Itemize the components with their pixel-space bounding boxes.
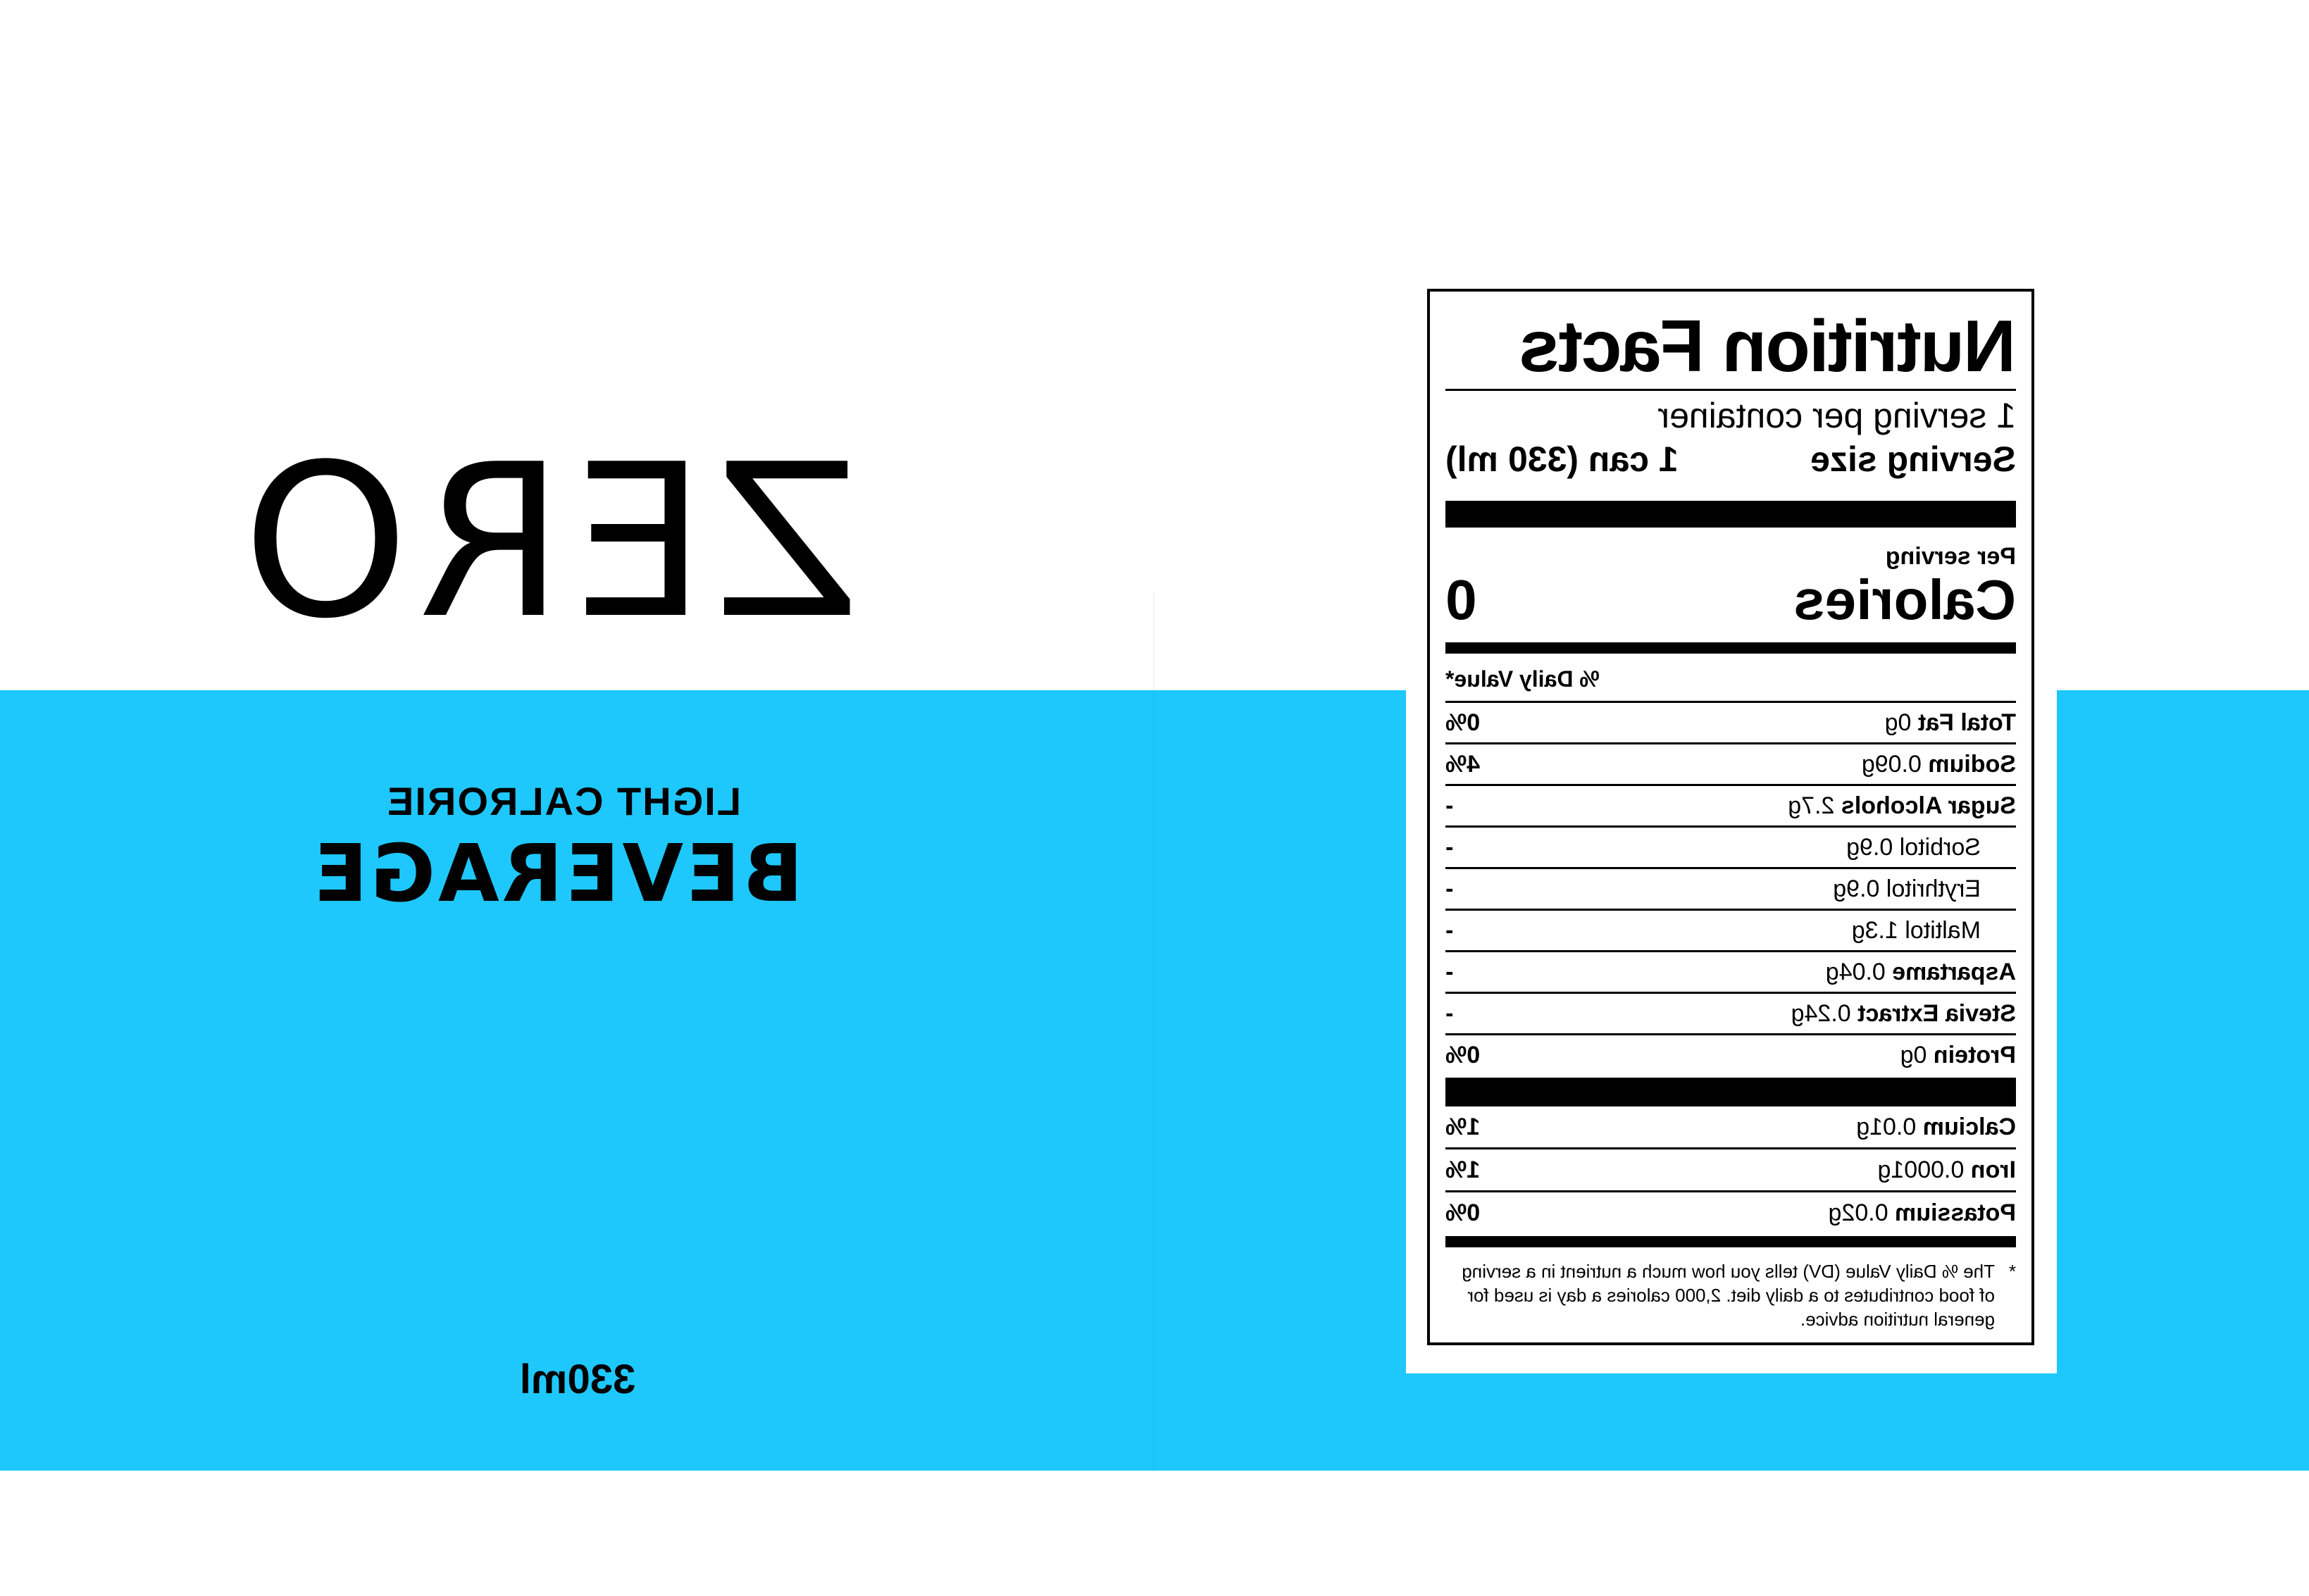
serving-size-value: 1 can (330 ml) — [1445, 439, 1679, 479]
calories-value: 0 — [1445, 568, 1477, 631]
serving-size-row: Serving size 1 can (330 ml) — [1445, 439, 2016, 480]
nutrient-amount: 1.3g — [1851, 916, 1898, 944]
mineral-pct: 1% — [1445, 1113, 1481, 1140]
nutrient-name: Aspartame — [1892, 958, 2016, 985]
panel-divider — [1153, 592, 1154, 1471]
nutrition-title: Nutrition Facts — [1520, 306, 2016, 387]
footnote: * The % Daily Value (DV) tells you how m… — [1445, 1260, 2016, 1331]
nutrient-name: Sugar Alcohols — [1841, 792, 2016, 819]
nutrient-row: Total Fat 0g 0% — [1445, 701, 2016, 742]
nutrient-amount: 0.9g — [1846, 833, 1893, 861]
nutrient-amount: 0g — [1884, 709, 1912, 736]
nutrient-name: Erythritol — [1886, 875, 1981, 902]
mineral-name: Iron — [1970, 1156, 2016, 1183]
footnote-star: * — [2008, 1261, 2016, 1282]
mineral-amount: 0.01g — [1856, 1113, 1917, 1140]
mineral-amount: 0.0001g — [1877, 1156, 1965, 1183]
mineral-row: Calcium 0.01g 1% — [1445, 1104, 2016, 1147]
nutrient-row: Maltitol 1.3g - — [1445, 909, 2016, 950]
volume-text: 330ml — [519, 1357, 636, 1402]
subtitle-text: LIGHT CALRORIE — [386, 779, 741, 823]
nutrient-row: Sodium 0.09g 4% — [1445, 742, 2016, 784]
nutrient-row: Sugar Alcohols 2.7g - — [1445, 784, 2016, 825]
nutrient-pct: - — [1445, 999, 1454, 1027]
nutrient-pct: 0% — [1445, 709, 1481, 736]
nutrient-amount: 0.9g — [1833, 875, 1880, 902]
title-text: BEVERAGE — [311, 828, 803, 920]
nutrient-row: Aspartame 0.04g - — [1445, 950, 2016, 992]
nutrition-facts-panel: Nutrition Facts 1 serving per container … — [1427, 289, 2034, 1345]
medium-divider — [1445, 642, 2016, 654]
servings-per-container: 1 serving per container — [1657, 396, 2016, 435]
nutrient-name: Protein — [1933, 1041, 2016, 1068]
footnote-text: The % Daily Value (DV) tells you how muc… — [1462, 1261, 1995, 1330]
nutrient-pct: 4% — [1445, 750, 1481, 778]
nutrient-pct: 0% — [1445, 1041, 1481, 1068]
calories-row: Calories 0 — [1445, 568, 2016, 631]
divider — [1445, 389, 2016, 391]
serving-size-label: Serving size — [1810, 439, 2016, 479]
nutrient-pct: - — [1445, 875, 1454, 902]
nutrient-row: Stevia Extract 0.24g - — [1445, 992, 2016, 1033]
nutrient-row: Sorbitol 0.9g - — [1445, 825, 2016, 867]
nutrient-name: Sodium — [1928, 750, 2016, 778]
mineral-pct: 0% — [1445, 1199, 1481, 1226]
nutrient-pct: - — [1445, 792, 1454, 819]
nutrient-amount: 0.09g — [1861, 750, 1922, 778]
mineral-row: Potassium 0.02g 0% — [1445, 1190, 2016, 1233]
nutrient-pct: - — [1445, 958, 1454, 985]
daily-value-header: % Daily Value* — [1445, 666, 1600, 692]
nutrient-name: Sorbitol — [1899, 833, 1981, 861]
nutrient-name: Maltitol — [1905, 916, 1981, 944]
thick-divider — [1445, 501, 2016, 528]
nutrient-pct: - — [1445, 833, 1454, 861]
nutrient-pct: - — [1445, 916, 1454, 944]
thick-divider — [1445, 1078, 2016, 1104]
mineral-name: Potassium — [1895, 1199, 2016, 1226]
medium-divider — [1445, 1236, 2016, 1247]
mineral-name: Calcium — [1922, 1113, 2016, 1140]
nutrient-name: Stevia Extract — [1857, 999, 2016, 1027]
nutrient-row: Erythritol 0.9g - — [1445, 867, 2016, 909]
nutrient-amount: 0.04g — [1825, 958, 1886, 985]
brand-logo: ZERO — [234, 419, 859, 665]
nutrient-amount: 0g — [1900, 1041, 1927, 1068]
per-serving-label: Per serving — [1885, 543, 2016, 570]
nutrient-amount: 2.7g — [1788, 792, 1835, 819]
calories-label: Calories — [1793, 568, 2016, 631]
mineral-row: Iron 0.0001g 1% — [1445, 1147, 2016, 1190]
mineral-pct: 1% — [1445, 1156, 1481, 1183]
nutrient-amount: 0.24g — [1791, 999, 1851, 1027]
mineral-amount: 0.02g — [1828, 1199, 1888, 1226]
nutrient-row: Protein 0g 0% — [1445, 1033, 2016, 1075]
nutrient-name: Total Fat — [1917, 709, 2016, 736]
